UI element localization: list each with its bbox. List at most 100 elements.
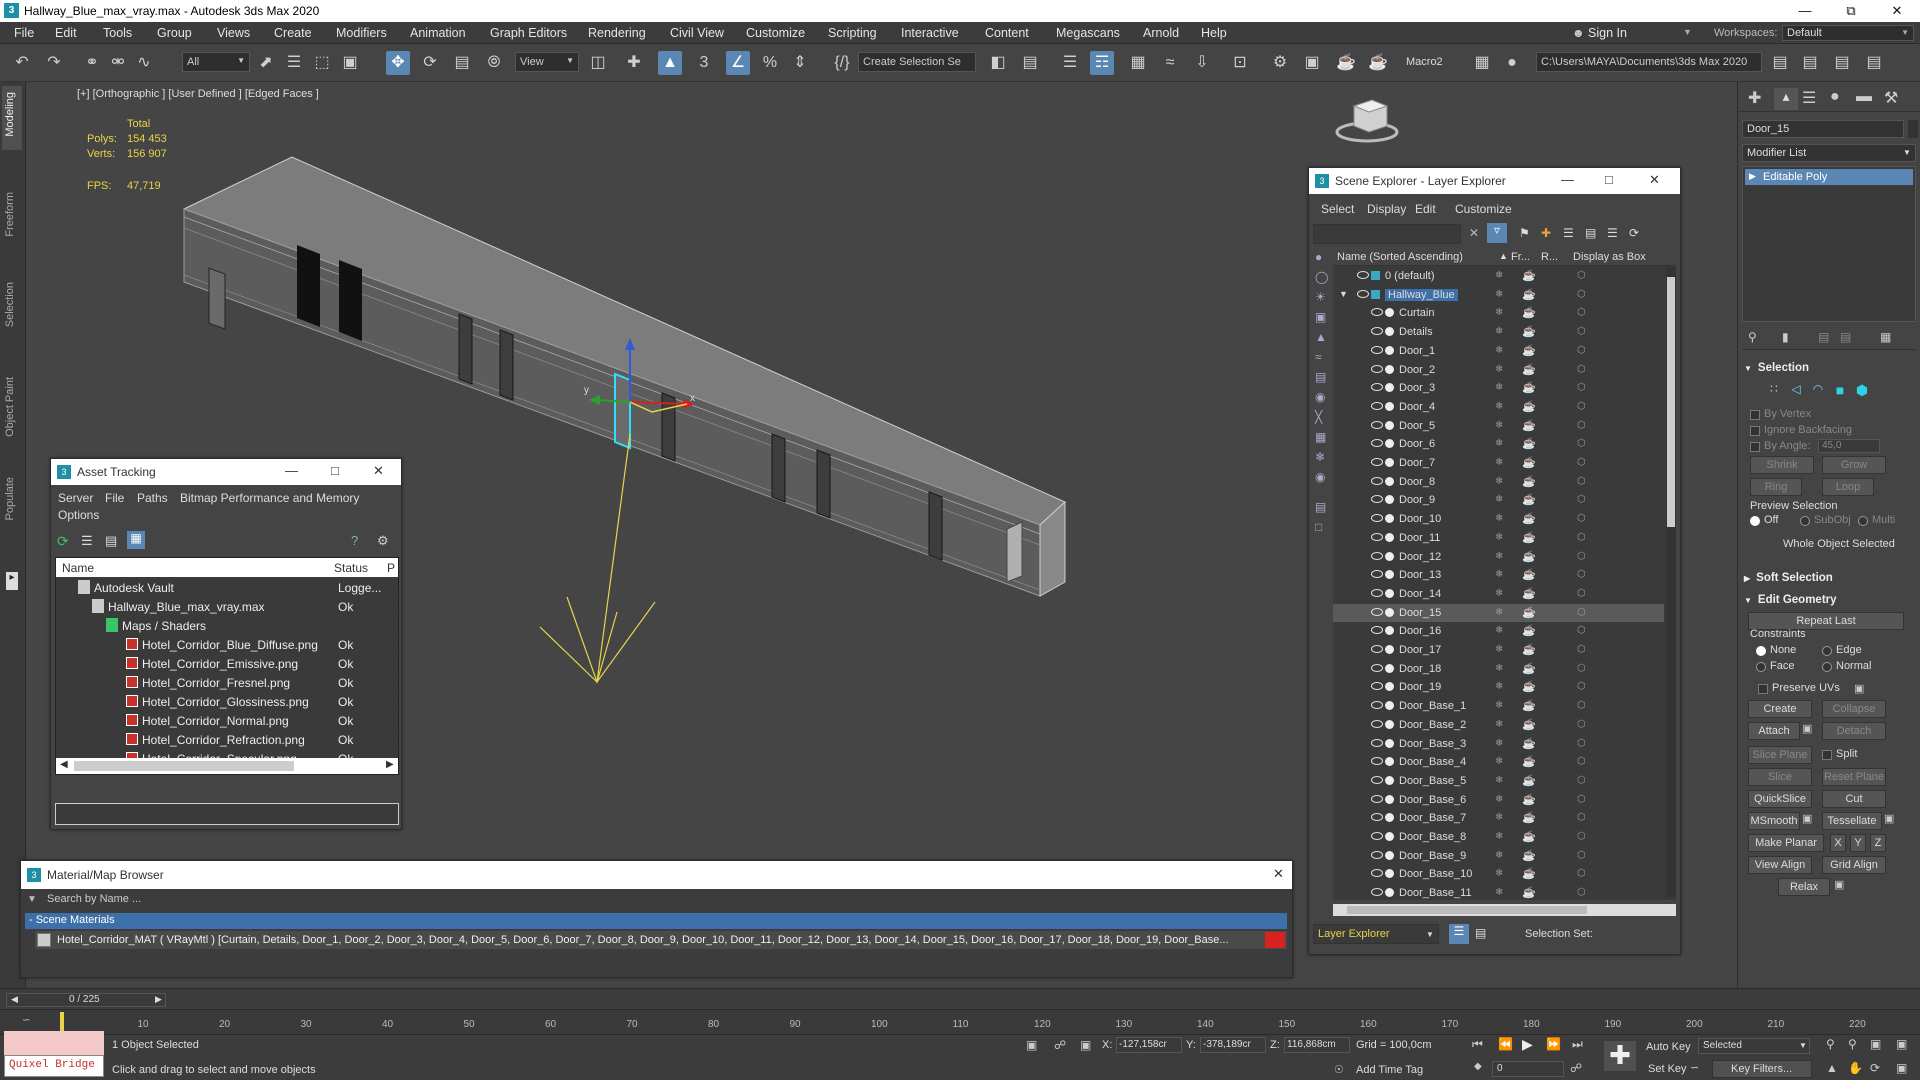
scene-explorer-icon[interactable]: ☰ [1058,51,1082,75]
preview-subobj-radio[interactable] [1800,516,1810,526]
select-by-name-icon[interactable]: ☰ [282,51,306,75]
select-object-icon[interactable]: ⬈ [254,51,278,75]
object-row[interactable]: Door_16 ❄ ☕ ⬡ [1333,622,1664,640]
add-time-tag[interactable]: Add Time Tag [1356,1064,1423,1076]
column-name[interactable]: Name [62,561,94,575]
configure-sets-icon[interactable]: ▦ [1880,330,1891,344]
visibility-eye-icon[interactable] [1371,813,1383,822]
freeze-icon[interactable]: ❄ [1495,364,1503,375]
minimize-button[interactable]: — [285,463,298,478]
object-row[interactable]: Door_Base_7 ❄ ☕ ⬡ [1333,809,1664,827]
object-row[interactable]: Door_19 ❄ ☕ ⬡ [1333,678,1664,696]
create-button[interactable]: Create [1748,700,1812,718]
freeze-icon[interactable]: ❄ [1495,794,1503,805]
object-row[interactable]: Door_4 ❄ ☕ ⬡ [1333,398,1664,416]
object-row[interactable]: Door_12 ❄ ☕ ⬡ [1333,548,1664,566]
grid-layout-icon[interactable]: ▦ [1470,51,1494,75]
open-icon[interactable]: ▤ [1798,51,1822,75]
make-unique-icon[interactable]: ▤ [1818,330,1829,344]
modify-tab-icon[interactable]: ▴ [1774,88,1798,110]
edge-mode-icon[interactable]: ◁ [1788,382,1804,398]
freeze-icon[interactable]: ❄ [1495,513,1503,524]
freeze-icon[interactable]: ❄ [1495,438,1503,449]
material-search-input[interactable]: Search by Name ... [47,893,141,905]
visibility-eye-icon[interactable] [1357,289,1369,298]
explorer-type-select[interactable]: Layer Explorer ▼ [1313,924,1439,944]
pin-stack-icon[interactable]: ⚲ [1748,330,1757,344]
display-as-box-icon[interactable]: ⬡ [1577,438,1586,449]
visibility-eye-icon[interactable] [1371,757,1383,766]
close-button[interactable]: ✕ [373,463,384,479]
asset-row[interactable]: Hotel_Corridor_Refraction.png Ok [56,730,404,749]
planar-z-button[interactable]: Z [1870,834,1886,852]
scroll-right-icon[interactable]: ▶ [386,759,394,770]
angle-spinner[interactable]: 45,0 [1818,439,1880,453]
time-config-icon[interactable]: ☍ [1570,1061,1582,1075]
renderable-icon[interactable]: ☕ [1522,419,1536,432]
collapse-button[interactable]: Collapse [1822,700,1886,718]
visibility-eye-icon[interactable] [1371,308,1383,317]
visibility-eye-icon[interactable] [1371,514,1383,523]
set-keys-icon[interactable]: ✚ [1604,1041,1636,1071]
keyboard-shortcut-override-icon[interactable]: ▲ [658,51,682,75]
quickslice-button[interactable]: QuickSlice [1748,790,1812,808]
display-as-box-icon[interactable]: ⬡ [1577,494,1586,505]
preserve-uvs-checkbox[interactable] [1758,684,1768,694]
visibility-eye-icon[interactable] [1371,551,1383,560]
material-browser-titlebar[interactable]: 3 Material/Map Browser ✕ [21,861,1292,889]
visibility-eye-icon[interactable] [1371,364,1383,373]
key-filters-button[interactable]: Key Filters... [1712,1060,1812,1078]
sphere-icon[interactable]: ● [1500,51,1524,75]
z-coordinate-field[interactable]: 116,868cm [1284,1037,1350,1053]
menu-bitmap-performance[interactable]: Bitmap Performance and Memory [180,491,359,505]
place-icon[interactable]: ⦾ [482,51,506,75]
split-checkbox[interactable] [1822,750,1832,760]
display-as-box-icon[interactable]: ⬡ [1577,307,1586,318]
named-selection-select[interactable]: Create Selection Se [858,52,976,72]
object-row[interactable]: Door_7 ❄ ☕ ⬡ [1333,454,1664,472]
menu-customize[interactable]: Customize [746,26,805,40]
schematic-view-icon[interactable]: ⇩ [1190,51,1214,75]
menu-group[interactable]: Group [157,26,192,40]
ribbon-toggle-icon[interactable]: ▸ [6,572,18,590]
freeze-icon[interactable]: ❄ [1495,289,1503,300]
object-row[interactable]: Door_1 ❄ ☕ ⬡ [1333,342,1664,360]
freeze-icon[interactable]: ❄ [1495,270,1503,281]
renderable-icon[interactable]: ☕ [1522,811,1536,824]
object-row[interactable]: Door_Base_9 ❄ ☕ ⬡ [1333,847,1664,865]
visibility-eye-icon[interactable] [1371,458,1383,466]
display-hidden-icon[interactable]: ◉ [1315,470,1325,484]
renderable-icon[interactable]: ☕ [1522,456,1536,469]
menu-megascans[interactable]: Megascans [1056,26,1120,40]
grow-button[interactable]: Grow [1822,456,1886,474]
object-row[interactable]: Door_13 ❄ ☕ ⬡ [1333,566,1664,584]
display-as-box-icon[interactable]: ⬡ [1577,326,1586,337]
freeze-icon[interactable]: ❄ [1495,812,1503,823]
x-coordinate-field[interactable]: -127,158cr [1116,1037,1182,1053]
view-align-button[interactable]: View Align [1748,856,1812,874]
menu-edit[interactable]: Edit [1415,202,1436,216]
constraint-face-radio[interactable] [1756,662,1766,672]
renderable-icon[interactable]: ☕ [1522,793,1536,806]
constraint-edge-radio[interactable] [1822,646,1832,656]
object-row[interactable]: Door_15 ❄ ☕ ⬡ [1333,603,1664,622]
renderable-icon[interactable]: ☕ [1522,363,1536,376]
visibility-eye-icon[interactable] [1371,832,1383,840]
help-icon[interactable]: ? [351,533,358,548]
maximize-viewport-icon[interactable]: ▣ [1896,1061,1907,1075]
selection-set-icon[interactable]: ▤ [1475,926,1486,940]
by-vertex-checkbox[interactable] [1750,410,1760,420]
asset-row[interactable]: Hotel_Corridor_Blue_Diffuse.png Ok [56,635,404,654]
visibility-eye-icon[interactable] [1371,401,1383,410]
freeze-icon[interactable]: ❄ [1495,307,1503,318]
display-as-box-icon[interactable]: ⬡ [1577,850,1586,861]
freeze-icon[interactable]: ❄ [1495,738,1503,749]
expand-icon[interactable]: ▼ [1339,289,1348,299]
display-as-box-icon[interactable]: ⬡ [1577,588,1586,599]
object-row[interactable]: Door_18 ❄ ☕ ⬡ [1333,660,1664,678]
rendered-frame-icon[interactable]: ▣ [1300,51,1324,75]
project-folder-icon[interactable]: ▤ [1768,51,1792,75]
settings-icon[interactable]: ⚙ [377,533,389,549]
freeze-icon[interactable]: ❄ [1495,850,1503,861]
tab-freeform[interactable]: Freeform [4,192,16,237]
